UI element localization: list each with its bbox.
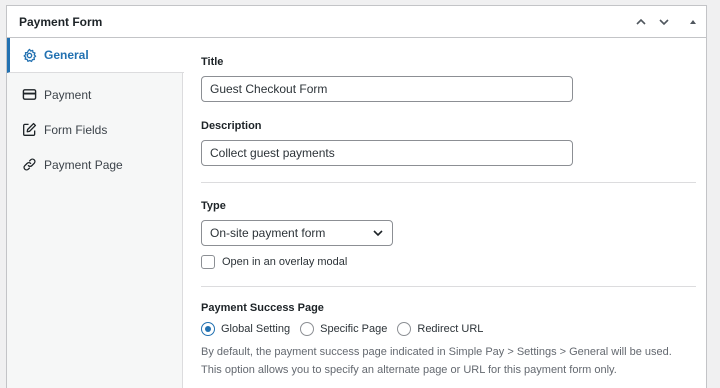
sidebar-item-payment[interactable]: Payment: [7, 77, 184, 112]
edit-icon: [21, 122, 37, 138]
caret-up-icon: [690, 20, 696, 24]
sidebar-item-payment-page[interactable]: Payment Page: [7, 147, 184, 182]
overlay-label: Open in an overlay modal: [222, 256, 348, 268]
sidebar-item-label: Form Fields: [44, 122, 108, 137]
sidebar-item-general[interactable]: General: [7, 38, 184, 73]
overlay-checkbox[interactable]: [201, 255, 215, 269]
toggle-panel-button[interactable]: [683, 12, 703, 32]
chevron-down-icon: [659, 19, 669, 26]
success-page-options: Global Setting Specific Page Redirect UR…: [201, 322, 493, 336]
help-line: This option allows you to specify an alt…: [201, 364, 617, 376]
link-icon: [21, 157, 37, 173]
gear-icon: [21, 47, 37, 63]
help-line: By default, the payment success page ind…: [201, 346, 672, 358]
overlay-option: Open in an overlay modal: [201, 255, 347, 269]
panel-title: Payment Form: [19, 15, 103, 29]
radio-label: Global Setting: [221, 323, 291, 335]
success-page-label: Payment Success Page: [201, 302, 324, 314]
sidebar: General Payment Form Fields Payment Page: [7, 38, 184, 388]
sidebar-item-label: General: [44, 48, 89, 62]
type-select-value: On-site payment form: [210, 226, 326, 240]
radio-label: Specific Page: [320, 323, 388, 335]
sidebar-item-label: Payment: [44, 87, 92, 102]
divider: [201, 286, 696, 287]
chevron-down-icon: [373, 230, 383, 237]
radio-button[interactable]: [397, 322, 412, 336]
description-label: Description: [201, 120, 262, 132]
radio-button[interactable]: [201, 322, 215, 336]
sidebar-item-label: Payment Page: [44, 157, 123, 172]
radio-redirect-url[interactable]: Redirect URL: [397, 322, 483, 336]
success-page-help: By default, the payment success page ind…: [201, 343, 696, 379]
radio-button[interactable]: [300, 322, 315, 336]
title-label: Title: [201, 56, 224, 68]
move-up-button[interactable]: [631, 12, 651, 32]
radio-label: Redirect URL: [417, 323, 484, 335]
radio-global-setting[interactable]: Global Setting: [201, 322, 290, 336]
description-input[interactable]: [201, 140, 573, 166]
type-label: Type: [201, 200, 226, 212]
divider: [201, 182, 696, 183]
type-select[interactable]: On-site payment form: [201, 220, 393, 246]
title-input[interactable]: [201, 76, 573, 102]
credit-card-icon: [21, 87, 37, 103]
radio-specific-page[interactable]: Specific Page: [300, 322, 387, 336]
payment-form-panel: Payment Form General Payment Form Fields…: [6, 5, 707, 388]
move-down-button[interactable]: [654, 12, 674, 32]
sidebar-item-form-fields[interactable]: Form Fields: [7, 112, 184, 147]
panel-header: Payment Form: [7, 6, 706, 38]
chevron-up-icon: [636, 18, 646, 25]
